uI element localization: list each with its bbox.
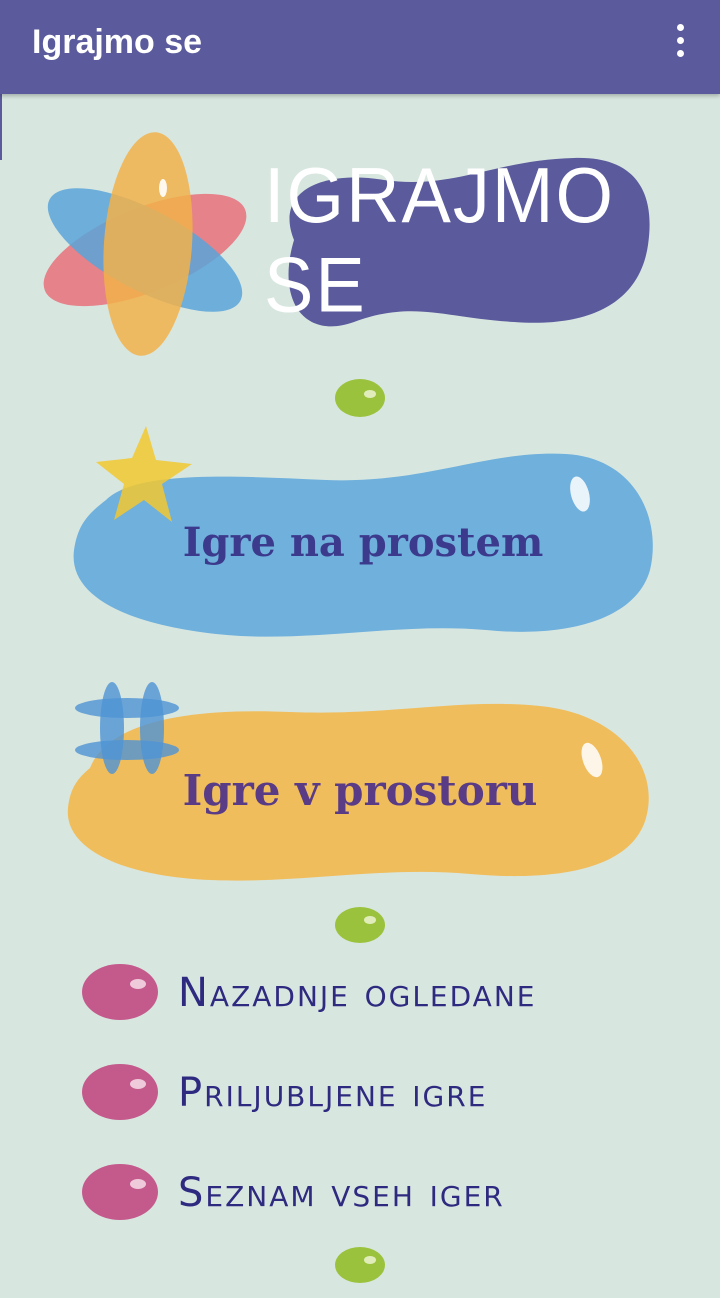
green-bead-icon	[335, 907, 385, 943]
more-vert-icon[interactable]	[660, 18, 700, 62]
colorful-star-logo-icon	[43, 132, 247, 356]
app-title: Igrajmo se	[32, 23, 203, 61]
all-games-list-item[interactable]: Seznam vseh iger	[80, 1162, 680, 1226]
recently-viewed-label: Nazadnje ogledane	[178, 970, 537, 1016]
pink-bead-icon	[82, 1164, 158, 1220]
green-bead-icon	[335, 1247, 385, 1283]
outdoor-games-label: Igre na prostem	[182, 518, 544, 566]
pink-bead-icon	[82, 964, 158, 1020]
recently-viewed-item[interactable]: Nazadnje ogledane	[80, 962, 680, 1026]
app-bar: Igrajmo se	[0, 0, 720, 94]
outdoor-games-button[interactable]: Igre na prostem	[66, 420, 660, 646]
favorite-games-label: Priljubljene igre	[178, 1070, 488, 1116]
pink-bead-icon	[82, 1064, 158, 1120]
indoor-games-button[interactable]: Igre v prostoru	[60, 678, 660, 892]
favorite-games-item[interactable]: Priljubljene igre	[80, 1062, 680, 1126]
edge-divider	[0, 94, 2, 160]
all-games-list-label: Seznam vseh iger	[178, 1170, 505, 1216]
logo-text: IGRAJMO SE	[264, 151, 616, 329]
green-bead-icon	[335, 379, 385, 417]
indoor-games-label: Igre v prostoru	[182, 765, 538, 815]
